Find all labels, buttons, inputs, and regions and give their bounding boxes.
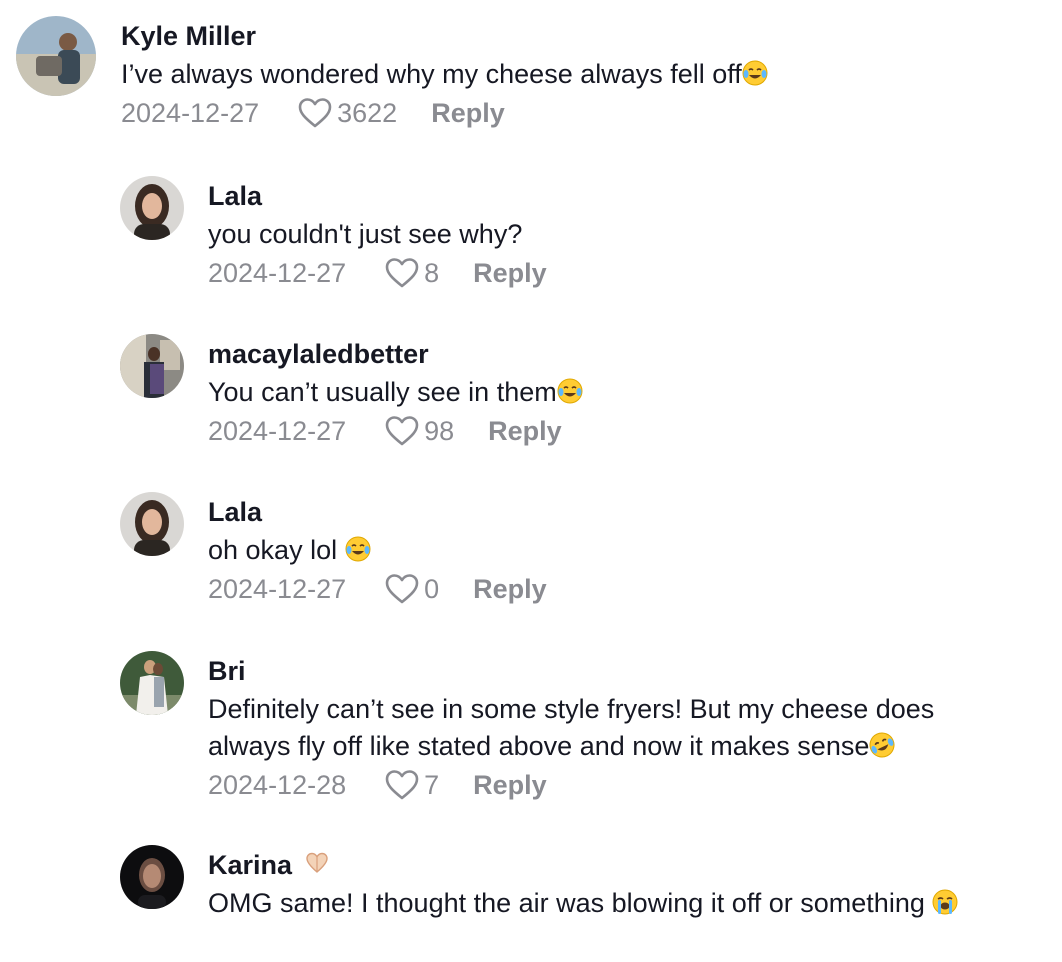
reply-button[interactable]: Reply bbox=[473, 571, 547, 607]
heart-outline-icon bbox=[385, 574, 419, 604]
like-count: 0 bbox=[424, 574, 440, 604]
avatar-photo bbox=[120, 334, 184, 398]
avatar-photo bbox=[120, 492, 184, 556]
reply-button[interactable]: Reply bbox=[431, 95, 505, 131]
heart-outline-icon bbox=[385, 770, 419, 800]
reply-button[interactable]: Reply bbox=[473, 255, 547, 291]
avatar-photo bbox=[120, 845, 184, 909]
comment-text: I’ve always wondered why my cheese alway… bbox=[121, 56, 768, 93]
like-count: 3622 bbox=[337, 98, 398, 128]
comment-text-content: OMG same! I thought the air was blowing … bbox=[208, 888, 933, 918]
comment-text: OMG same! I thought the air was blowing … bbox=[208, 885, 1048, 922]
face-with-tears-of-joy-icon bbox=[557, 378, 583, 404]
comment-text: oh okay lol bbox=[208, 532, 547, 569]
loudly-crying-face-icon bbox=[932, 889, 958, 915]
username[interactable]: Bri bbox=[208, 655, 934, 687]
heart-hands-icon bbox=[305, 852, 328, 873]
face-with-tears-of-joy-icon bbox=[345, 536, 371, 562]
comment-text-line: always fly off like stated above and now… bbox=[208, 728, 934, 765]
comment-date: 2024-12-27 bbox=[208, 574, 347, 604]
rolling-on-the-floor-laughing-icon bbox=[869, 732, 895, 758]
username-text: Karina bbox=[208, 850, 293, 880]
like-button[interactable]: 98 bbox=[384, 413, 454, 449]
reply-button[interactable]: Reply bbox=[473, 767, 547, 803]
like-count: 8 bbox=[424, 258, 440, 288]
avatar-photo bbox=[120, 176, 184, 240]
comment-text: you couldn't just see why? bbox=[208, 219, 523, 249]
avatar-photo bbox=[16, 16, 96, 96]
avatar[interactable] bbox=[120, 845, 184, 909]
username[interactable]: Lala bbox=[208, 496, 547, 528]
heart-outline-icon bbox=[298, 98, 332, 128]
like-button[interactable]: 0 bbox=[384, 571, 439, 607]
comment-text-content: oh okay lol bbox=[208, 535, 345, 565]
reply-karina: Karina OMG same! I thought the air was b… bbox=[120, 845, 1048, 922]
like-count: 98 bbox=[424, 416, 455, 446]
username[interactable]: Kyle Miller bbox=[121, 20, 768, 52]
avatar[interactable] bbox=[120, 492, 184, 556]
username[interactable]: Lala bbox=[208, 180, 547, 212]
avatar-photo bbox=[120, 651, 184, 715]
avatar[interactable] bbox=[120, 176, 184, 240]
comment-meta: 2024-12-27 98 Reply bbox=[208, 413, 583, 449]
comment-date: 2024-12-28 bbox=[208, 770, 347, 800]
face-with-tears-of-joy-icon bbox=[742, 60, 768, 86]
comment-text-content: You can’t usually see in them bbox=[208, 377, 557, 407]
reply-macaylaledbetter: macaylaledbetter You can’t usually see i… bbox=[120, 334, 583, 449]
comment-meta: 2024-12-27 8 Reply bbox=[208, 255, 547, 291]
comment-meta: 2024-12-27 3622 Reply bbox=[121, 95, 768, 131]
comment-text-line: Definitely can’t see in some style fryer… bbox=[208, 694, 935, 724]
like-button[interactable]: 7 bbox=[384, 767, 439, 803]
avatar[interactable] bbox=[120, 334, 184, 398]
reply-lala-2: Lala oh okay lol 2024-12-27 0 Reply bbox=[120, 492, 547, 607]
comment-meta: 2024-12-27 0 Reply bbox=[208, 571, 547, 607]
reply-bri: Bri Definitely can’t see in some style f… bbox=[120, 651, 934, 803]
comment-date: 2024-12-27 bbox=[208, 416, 347, 446]
comment-date: 2024-12-27 bbox=[208, 258, 347, 288]
comment-kyle-miller: Kyle Miller I’ve always wondered why my … bbox=[16, 16, 768, 131]
comment-text-content: always fly off like stated above and now… bbox=[208, 731, 870, 761]
comment-meta: 2024-12-28 7 Reply bbox=[208, 767, 934, 803]
heart-outline-icon bbox=[385, 258, 419, 288]
heart-outline-icon bbox=[385, 416, 419, 446]
comment-text: Definitely can’t see in some style fryer… bbox=[208, 691, 934, 765]
comment-text: You can’t usually see in them bbox=[208, 374, 583, 411]
username[interactable]: macaylaledbetter bbox=[208, 338, 583, 370]
reply-lala-1: Lala you couldn't just see why? 2024-12-… bbox=[120, 176, 547, 291]
comment-date: 2024-12-27 bbox=[121, 98, 260, 128]
like-button[interactable]: 8 bbox=[384, 255, 439, 291]
username[interactable]: Karina bbox=[208, 849, 1048, 881]
like-count: 7 bbox=[424, 770, 440, 800]
like-button[interactable]: 3622 bbox=[297, 95, 397, 131]
reply-button[interactable]: Reply bbox=[488, 413, 562, 449]
avatar[interactable] bbox=[120, 651, 184, 715]
comment-text-content: I’ve always wondered why my cheese alway… bbox=[121, 59, 742, 89]
avatar[interactable] bbox=[16, 16, 96, 96]
